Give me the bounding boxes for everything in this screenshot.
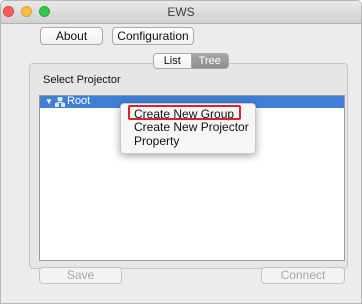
tab-tree[interactable]: Tree — [191, 54, 228, 68]
view-segmented-control: List Tree — [153, 53, 229, 69]
tab-list[interactable]: List — [154, 54, 192, 68]
menu-item-property[interactable]: Property — [134, 135, 179, 148]
window-title: EWS — [167, 5, 195, 19]
select-projector-label: Select Projector — [43, 74, 121, 86]
configuration-button[interactable]: Configuration — [112, 27, 194, 45]
about-button[interactable]: About — [40, 27, 103, 45]
connect-button[interactable]: Connect — [261, 267, 345, 284]
title-bar: EWS — [1, 1, 361, 24]
network-tree-icon — [55, 97, 65, 107]
menu-item-create-new-projector[interactable]: Create New Projector — [134, 121, 249, 134]
highlight-annotation-box — [128, 105, 241, 120]
disclosure-triangle-icon[interactable]: ▼ — [45, 98, 53, 106]
tree-root-label: Root — [67, 95, 91, 107]
save-button[interactable]: Save — [39, 267, 122, 284]
